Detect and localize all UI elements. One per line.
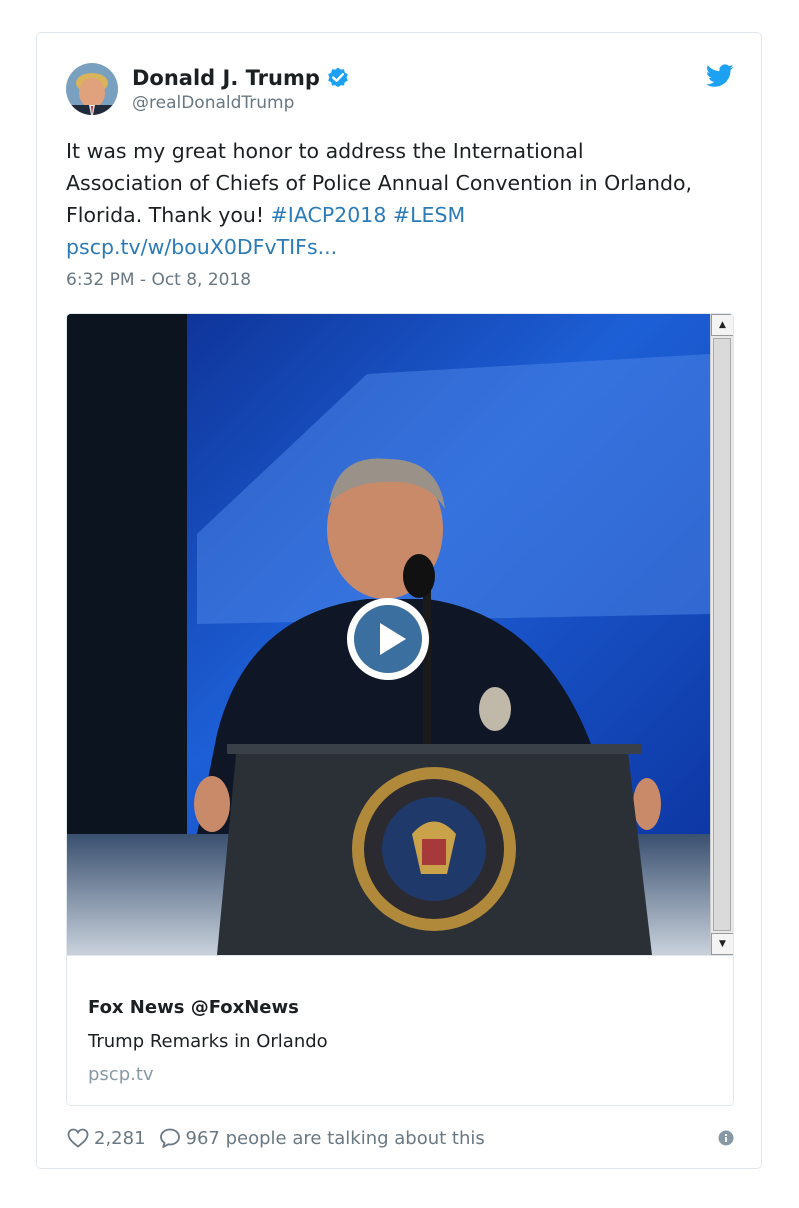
tweet-url-link[interactable]: pscp.tv/w/bouX0DFvTIFs... [66,235,337,259]
heart-icon[interactable] [66,1126,90,1150]
info-icon[interactable] [718,1130,734,1146]
hashtag-link[interactable]: #IACP2018 [271,203,387,227]
card-source: Fox News @FoxNews [88,997,299,1018]
talking-count[interactable]: 967 people are talking about this [186,1128,485,1149]
media-scrollbar[interactable]: ▲ ▼ [710,314,733,955]
twitter-bird-icon[interactable] [705,64,734,88]
card-title: Trump Remarks in Orlando [88,1031,328,1052]
tweet-embed-card: Donald J. Trump @realDonaldTrump It was … [36,32,762,1169]
card-domain: pscp.tv [88,1064,154,1085]
tweet-footer: 2,281 967 people are talking about this [66,1123,734,1153]
avatar[interactable] [66,63,118,115]
play-button[interactable] [344,595,432,683]
speech-bubble-icon[interactable] [158,1126,182,1150]
scroll-up-arrow-icon[interactable]: ▲ [711,314,733,336]
tweet-text: It was my great honor to address the Int… [66,135,706,263]
hashtag-link[interactable]: #LESM [393,203,465,227]
author-handle[interactable]: @realDonaldTrump [132,91,294,115]
like-count[interactable]: 2,281 [94,1128,146,1149]
scroll-thumb[interactable] [713,338,731,931]
tweet-timestamp[interactable]: 6:32 PM - Oct 8, 2018 [66,268,251,292]
media-card[interactable]: ▲ ▼ Fox News @FoxNews Trump Remarks in O… [66,313,734,1106]
card-info[interactable]: Fox News @FoxNews Trump Remarks in Orlan… [67,955,733,1105]
author-name[interactable]: Donald J. Trump [132,64,320,92]
verified-badge-icon [326,66,350,90]
video-thumbnail[interactable] [67,314,710,955]
scroll-down-arrow-icon[interactable]: ▼ [711,933,733,955]
